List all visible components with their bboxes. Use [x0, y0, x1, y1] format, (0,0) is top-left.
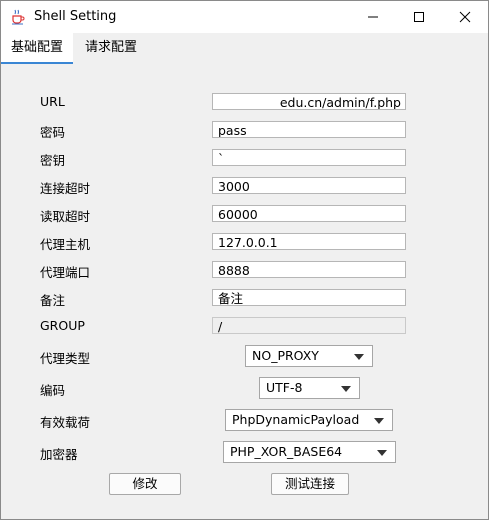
- tab-bar: 基础配置 请求配置: [1, 33, 488, 64]
- redacted-url-prefix: [214, 95, 282, 109]
- modify-button[interactable]: 修改: [109, 473, 181, 495]
- minimize-button[interactable]: [350, 1, 396, 33]
- group-field: /: [212, 317, 406, 334]
- url-field[interactable]: edu.cn/admin/f.php: [212, 93, 406, 110]
- password-label: 密码: [40, 125, 66, 140]
- close-icon: [459, 11, 471, 23]
- proxy-port-field[interactable]: 8888: [212, 261, 406, 278]
- secret-key-field[interactable]: `: [212, 149, 406, 166]
- cryption-label: 加密器: [40, 447, 78, 462]
- cryption-value: PHP_XOR_BASE64: [230, 444, 343, 459]
- test-connection-button[interactable]: 测试连接: [271, 473, 349, 495]
- secret-key-label: 密钥: [40, 153, 66, 168]
- encoding-label: 编码: [40, 383, 66, 398]
- payload-value: PhpDynamicPayload: [232, 412, 360, 427]
- chevron-down-icon: [341, 386, 351, 392]
- remark-field[interactable]: 备注: [212, 289, 406, 306]
- chevron-down-icon: [377, 450, 387, 456]
- url-field-value: edu.cn/admin/f.php: [279, 95, 401, 110]
- group-label: GROUP: [40, 318, 85, 333]
- basic-config-panel: URL edu.cn/admin/f.php 密码 pass 密钥 ` 连接超时…: [1, 64, 488, 519]
- read-timeout-label: 读取超时: [40, 209, 91, 224]
- proxy-type-select[interactable]: NO_PROXY: [245, 345, 373, 367]
- minimize-icon: [368, 16, 378, 18]
- proxy-port-label: 代理端口: [40, 265, 91, 280]
- encoding-select[interactable]: UTF-8: [259, 377, 360, 399]
- url-label: URL: [40, 94, 65, 109]
- chevron-down-icon: [354, 354, 364, 360]
- proxy-host-field[interactable]: 127.0.0.1: [212, 233, 406, 250]
- proxy-host-label: 代理主机: [40, 237, 91, 252]
- window-title: Shell Setting: [34, 9, 117, 24]
- connect-timeout-field[interactable]: 3000: [212, 177, 406, 194]
- payload-label: 有效载荷: [40, 415, 91, 430]
- chevron-down-icon: [374, 418, 384, 424]
- cryption-select[interactable]: PHP_XOR_BASE64: [223, 441, 396, 463]
- tab-basic-config[interactable]: 基础配置: [1, 33, 73, 64]
- encoding-value: UTF-8: [266, 380, 303, 395]
- close-button[interactable]: [442, 1, 488, 33]
- tab-request-config[interactable]: 请求配置: [75, 33, 147, 64]
- title-bar[interactable]: Shell Setting: [1, 1, 488, 33]
- payload-select[interactable]: PhpDynamicPayload: [225, 409, 393, 431]
- shell-setting-window: Shell Setting 基础配置 请求配置 URL edu.cn/admin…: [0, 0, 489, 520]
- read-timeout-field[interactable]: 60000: [212, 205, 406, 222]
- proxy-type-label: 代理类型: [40, 351, 91, 366]
- java-cup-icon: [10, 9, 26, 25]
- password-field[interactable]: pass: [212, 121, 406, 138]
- connect-timeout-label: 连接超时: [40, 181, 91, 196]
- maximize-button[interactable]: [396, 1, 442, 33]
- maximize-icon: [414, 12, 424, 22]
- proxy-type-value: NO_PROXY: [252, 348, 319, 363]
- remark-label: 备注: [40, 293, 66, 308]
